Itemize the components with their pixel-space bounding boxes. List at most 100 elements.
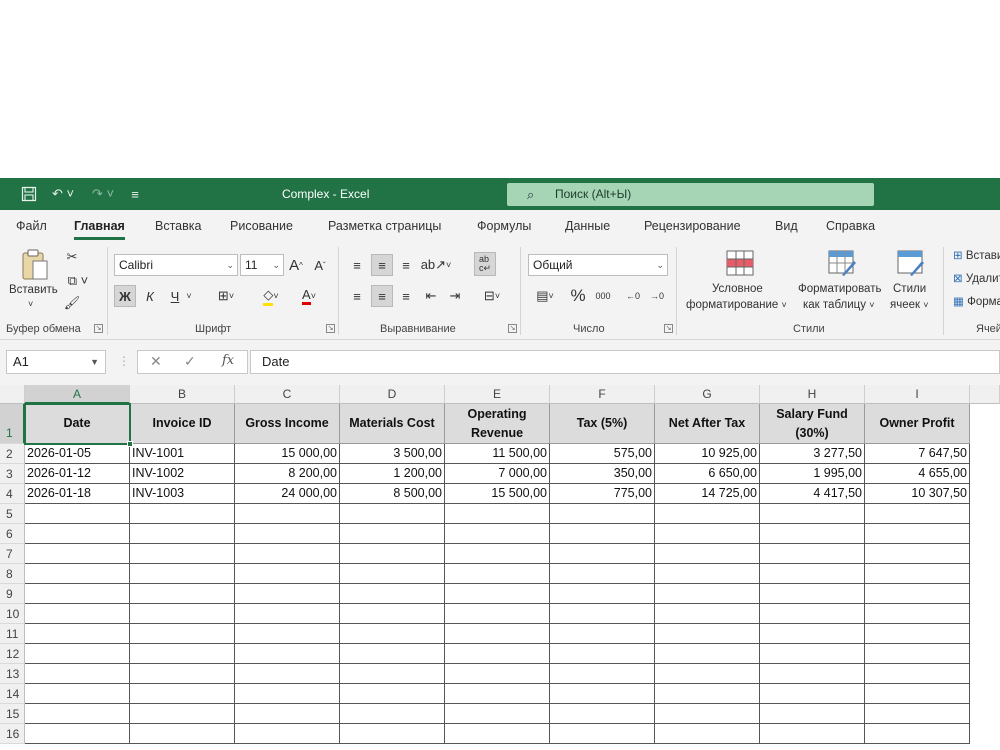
bold-button[interactable]: Ж <box>114 285 136 307</box>
fill-color-icon[interactable]: ◇ ˅ <box>254 285 288 307</box>
cancel-icon[interactable]: ✕ <box>150 353 162 370</box>
empty-cell-e12[interactable] <box>445 644 550 664</box>
alignment-launcher-icon[interactable]: ↘ <box>508 324 517 333</box>
save-icon[interactable] <box>18 178 40 210</box>
empty-cell-i5[interactable] <box>865 504 970 524</box>
tab-page-layout[interactable]: Разметка страницы <box>328 219 441 233</box>
align-middle-icon[interactable]: ≡ <box>371 254 393 276</box>
insert-function-icon[interactable]: fx <box>222 353 234 368</box>
percent-button[interactable]: % <box>567 285 589 307</box>
empty-cell-a10[interactable] <box>25 604 130 624</box>
orientation-icon[interactable]: ab↗ ˅ <box>420 254 452 276</box>
tab-data[interactable]: Данные <box>565 219 610 233</box>
name-box[interactable]: A1 ▼ <box>6 350 106 374</box>
empty-cell-d16[interactable] <box>340 724 445 744</box>
empty-cell-f5[interactable] <box>550 504 655 524</box>
data-cell-g3[interactable]: 6 650,00 <box>655 464 760 484</box>
formula-input[interactable]: Date <box>250 350 1000 374</box>
empty-cell-b13[interactable] <box>130 664 235 684</box>
cell-styles-label-1[interactable]: Стили <box>893 283 926 295</box>
row-header-14[interactable]: 14 <box>0 684 25 704</box>
empty-cell-a16[interactable] <box>25 724 130 744</box>
empty-cell-e8[interactable] <box>445 564 550 584</box>
empty-cell-a8[interactable] <box>25 564 130 584</box>
cut-icon[interactable]: ✂ <box>62 248 82 266</box>
empty-cell-g14[interactable] <box>655 684 760 704</box>
align-right-icon[interactable]: ≡ <box>396 285 416 307</box>
font-size-select[interactable]: 11 ⌄ <box>240 254 284 276</box>
empty-cell-e14[interactable] <box>445 684 550 704</box>
empty-cell-i16[interactable] <box>865 724 970 744</box>
column-header-g[interactable]: G <box>655 385 760 404</box>
empty-cell-i13[interactable] <box>865 664 970 684</box>
align-left-icon[interactable]: ≡ <box>347 285 367 307</box>
empty-cell-g9[interactable] <box>655 584 760 604</box>
empty-cell-e6[interactable] <box>445 524 550 544</box>
merge-center-icon[interactable]: ⊟ ˅ <box>474 285 510 307</box>
column-header-h[interactable]: H <box>760 385 865 404</box>
data-cell-f4[interactable]: 775,00 <box>550 484 655 504</box>
insert-cells-button[interactable]: ⊞ Вставить <box>953 248 1000 262</box>
empty-cell-a6[interactable] <box>25 524 130 544</box>
row-header-4[interactable]: 4 <box>0 484 25 504</box>
empty-cell-f10[interactable] <box>550 604 655 624</box>
data-cell-e3[interactable]: 7 000,00 <box>445 464 550 484</box>
column-header-b[interactable]: B <box>130 385 235 404</box>
empty-cell-d10[interactable] <box>340 604 445 624</box>
italic-button[interactable]: К <box>140 285 160 307</box>
empty-cell-g5[interactable] <box>655 504 760 524</box>
undo-icon[interactable]: ↶ ˅ <box>48 178 78 210</box>
column-header-d[interactable]: D <box>340 385 445 404</box>
column-header-f[interactable]: F <box>550 385 655 404</box>
data-cell-c4[interactable]: 24 000,00 <box>235 484 340 504</box>
empty-cell-d12[interactable] <box>340 644 445 664</box>
empty-cell-b11[interactable] <box>130 624 235 644</box>
empty-cell-f9[interactable] <box>550 584 655 604</box>
tab-home[interactable]: Главная <box>74 219 125 240</box>
empty-cell-d14[interactable] <box>340 684 445 704</box>
empty-cell-h10[interactable] <box>760 604 865 624</box>
empty-cell-b9[interactable] <box>130 584 235 604</box>
empty-cell-g16[interactable] <box>655 724 760 744</box>
data-cell-f3[interactable]: 350,00 <box>550 464 655 484</box>
data-cell-d2[interactable]: 3 500,00 <box>340 444 445 464</box>
decrease-font-icon[interactable]: Aˇ <box>311 254 329 276</box>
empty-cell-c8[interactable] <box>235 564 340 584</box>
font-launcher-icon[interactable]: ↘ <box>326 324 335 333</box>
row-header-6[interactable]: 6 <box>0 524 25 544</box>
row-header-8[interactable]: 8 <box>0 564 25 584</box>
tab-formulas[interactable]: Формулы <box>477 219 531 233</box>
worksheet-grid[interactable]: A B C D E F G H I 1 2 3 4 5 6 7 8 9 10 11 12 13 14 15 16 Date Invo… <box>0 385 1000 750</box>
data-cell-h3[interactable]: 1 995,00 <box>760 464 865 484</box>
data-cell-d3[interactable]: 1 200,00 <box>340 464 445 484</box>
header-cell-g1[interactable]: Net After Tax <box>655 404 760 444</box>
empty-cell-h9[interactable] <box>760 584 865 604</box>
empty-cell-g6[interactable] <box>655 524 760 544</box>
header-cell-h1[interactable]: Salary Fund (30%) <box>760 404 865 444</box>
data-cell-c3[interactable]: 8 200,00 <box>235 464 340 484</box>
column-header-c[interactable]: C <box>235 385 340 404</box>
cell-styles-icon[interactable] <box>896 249 926 277</box>
empty-cell-b10[interactable] <box>130 604 235 624</box>
empty-cell-f13[interactable] <box>550 664 655 684</box>
clipboard-launcher-icon[interactable]: ↘ <box>94 324 103 333</box>
empty-cell-i6[interactable] <box>865 524 970 544</box>
conditional-formatting-label-1[interactable]: Условное <box>712 283 763 295</box>
font-color-icon[interactable]: A ˅ <box>293 285 325 307</box>
align-top-icon[interactable]: ≡ <box>347 254 367 276</box>
empty-cell-f12[interactable] <box>550 644 655 664</box>
data-cell-e4[interactable]: 15 500,00 <box>445 484 550 504</box>
empty-cell-a9[interactable] <box>25 584 130 604</box>
borders-icon[interactable]: ⊞ ˅ <box>207 285 245 307</box>
increase-decimal-icon[interactable]: ←0 <box>623 285 643 307</box>
empty-cell-g13[interactable] <box>655 664 760 684</box>
conditional-formatting-icon[interactable] <box>725 249 755 277</box>
header-cell-d1[interactable]: Materials Cost <box>340 404 445 444</box>
data-cell-d4[interactable]: 8 500,00 <box>340 484 445 504</box>
increase-indent-icon[interactable]: ⇥ <box>445 285 465 307</box>
column-header-e[interactable]: E <box>445 385 550 404</box>
empty-cell-b5[interactable] <box>130 504 235 524</box>
empty-cell-e10[interactable] <box>445 604 550 624</box>
empty-cell-g7[interactable] <box>655 544 760 564</box>
paste-icon[interactable] <box>18 247 52 283</box>
